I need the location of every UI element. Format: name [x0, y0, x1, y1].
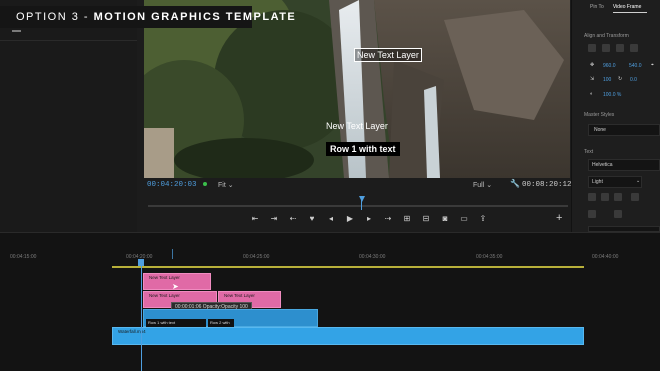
rotation-icon: ↻ [618, 76, 623, 82]
banner-emphasis: MOTION GRAPHICS TEMPLATE [93, 11, 297, 23]
justify-icon[interactable] [631, 193, 639, 201]
title-underline [12, 30, 21, 32]
anchor-icon[interactable]: ⌖ [651, 62, 654, 68]
duration-timecode: 00:08:20:12 [522, 181, 572, 189]
clip-label: New Text Layer [224, 293, 255, 298]
clip-thumbnail: Row 2 with [208, 319, 234, 327]
go-to-out-icon[interactable]: ⇢ [383, 214, 393, 224]
in-point-marker [172, 249, 173, 259]
clip-thumbnail: Row 1 with text [146, 319, 206, 327]
video-clip[interactable]: Waterfall.mp4 [112, 327, 584, 345]
time-ruler-label: 00:04:30:00 [359, 254, 386, 260]
step-forward-icon[interactable]: ▸ [364, 214, 374, 224]
extract-icon[interactable]: ⊟ [421, 214, 431, 224]
scale-icon: ⇲ [590, 76, 595, 82]
scale-value[interactable]: 100 [603, 77, 611, 83]
opacity-icon: ◐ [590, 91, 594, 97]
transport-controls: ⇤ ⇥ ⇠ ♥ ◂ ▶ ▸ ⇢ ⊞ ⊟ ◙ ▭ ⇪ [250, 212, 488, 226]
master-styles-value: None [594, 127, 606, 133]
chevron-down-icon: ⌄ [227, 182, 234, 189]
panel-tabs: Pin To Video Frame [590, 4, 641, 10]
marker-icon[interactable]: ♥ [307, 214, 317, 224]
text-layer-row1[interactable]: Row 1 with text [326, 142, 400, 156]
zoom-select[interactable]: Fit ⌄ [218, 181, 234, 189]
align-center-icon[interactable] [602, 44, 610, 52]
text-layer-top[interactable]: New Text Layer [354, 48, 422, 62]
marker-indicator [203, 182, 207, 186]
zoom-value: Fit [218, 182, 226, 189]
resolution-select[interactable]: Full ⌄ [473, 181, 492, 189]
timeline-playhead[interactable] [138, 259, 144, 266]
left-panel [0, 0, 137, 232]
add-button-icon[interactable]: + [556, 212, 562, 224]
scrub-track[interactable] [148, 205, 568, 207]
section-align-transform: Align and Transform [584, 33, 629, 39]
align-right-icon[interactable] [616, 44, 624, 52]
clip-label: New Text Layer [149, 293, 180, 298]
text-align-left-icon[interactable] [588, 193, 596, 201]
camera-icon[interactable]: ◙ [440, 214, 450, 224]
text-layer-middle[interactable]: New Text Layer [326, 121, 388, 131]
wrench-icon[interactable]: 🔧 [510, 179, 520, 188]
resolution-value: Full [473, 182, 485, 189]
chevron-down-icon: ⌄ [636, 178, 641, 184]
export-icon[interactable]: ⇪ [478, 214, 488, 224]
mark-in-icon[interactable]: ⇤ [250, 214, 260, 224]
chevron-down-icon: ⌄ [486, 182, 493, 189]
timeline-panel [0, 232, 660, 371]
mark-out-icon[interactable]: ⇥ [269, 214, 279, 224]
work-area-bar[interactable] [112, 266, 584, 268]
section-text: Text [584, 149, 594, 155]
text-align-center-icon[interactable] [601, 193, 609, 201]
playhead-timecode[interactable]: 00:04:20:03 [147, 181, 197, 189]
page-title-banner: OPTION 3 - MOTION GRAPHICS TEMPLATE [0, 6, 295, 28]
align-left-icon[interactable] [588, 44, 596, 52]
position-y[interactable]: 540.0 [629, 63, 642, 69]
time-ruler-label: 00:04:35:00 [476, 254, 503, 260]
time-ruler-label: 00:04:15:00 [10, 254, 37, 260]
section-master-styles: Master Styles [584, 112, 615, 118]
lift-icon[interactable]: ⊞ [402, 214, 412, 224]
go-to-in-icon[interactable]: ⇠ [288, 214, 298, 224]
clip-label: New Text Layer [149, 275, 180, 280]
rotation-value[interactable]: 0.0 [630, 77, 637, 83]
scrub-playhead-line [361, 200, 362, 210]
active-tab-underline [613, 12, 647, 13]
align-top-icon[interactable] [630, 44, 638, 52]
play-icon[interactable]: ▶ [345, 214, 355, 224]
monitor-controls-bar [144, 178, 570, 194]
font-value: Helvetica [592, 162, 613, 168]
vr-video-icon[interactable]: ▭ [459, 214, 469, 224]
opacity-value[interactable]: 100.0 % [603, 92, 621, 98]
kerning-icon[interactable] [614, 210, 622, 218]
position-icon: ✥ [590, 62, 595, 68]
time-ruler-label: 00:04:40:00 [592, 254, 619, 260]
text-align-right-icon[interactable] [614, 193, 622, 201]
panel-divider [0, 40, 137, 41]
tab-video-frame[interactable]: Video Frame [613, 4, 642, 10]
time-ruler-label: 00:04:25:00 [243, 254, 270, 260]
position-x[interactable]: 960.0 [603, 63, 616, 69]
cursor-icon: ➤ [172, 282, 179, 291]
tab-pin-to[interactable]: Pin To [590, 4, 604, 10]
timeline-divider [0, 232, 660, 233]
tracking-icon[interactable] [588, 210, 596, 218]
timeline-playhead-line [141, 266, 142, 371]
banner-prefix: OPTION 3 - [16, 11, 94, 23]
step-back-icon[interactable]: ◂ [326, 214, 336, 224]
font-style-value: Light [592, 179, 603, 185]
